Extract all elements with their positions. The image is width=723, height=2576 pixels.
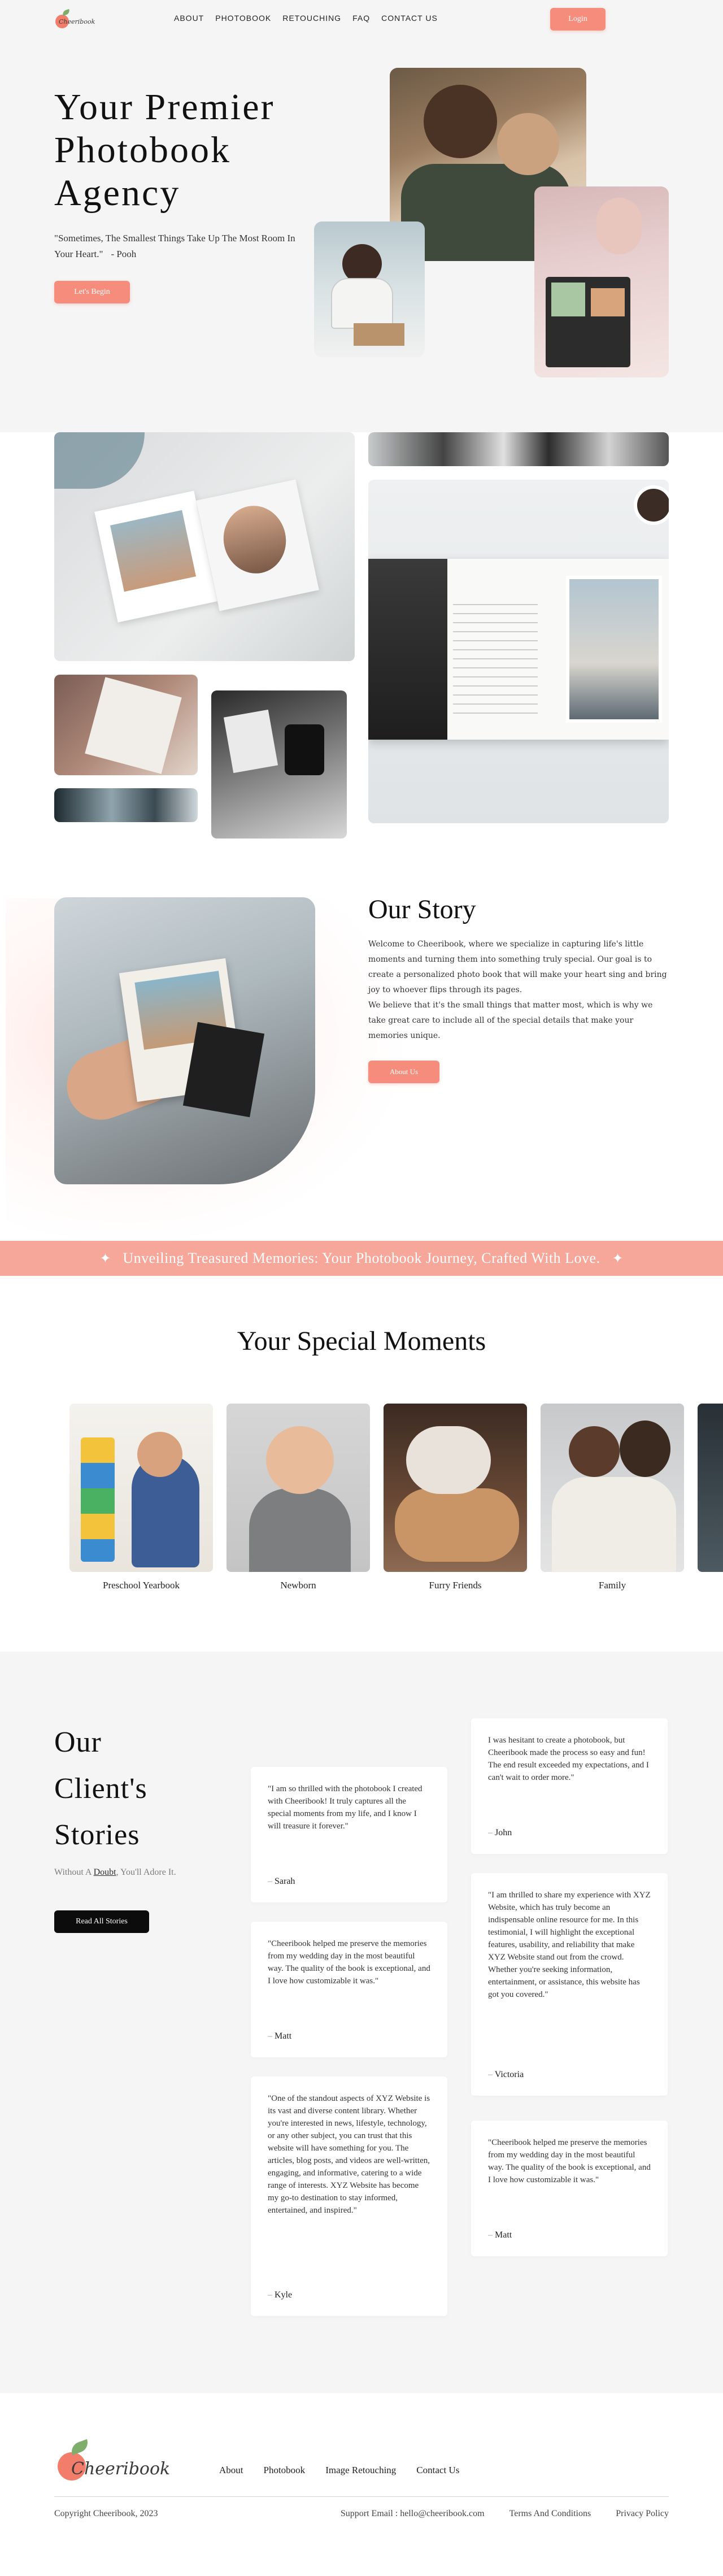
sparkle-icon: ✦: [612, 1250, 624, 1266]
moment-caption: Furry Friends: [429, 1580, 482, 1591]
testimonial-card: "One of the standout aspects of XYZ Webs…: [251, 2077, 447, 2316]
sparkle-icon: ✦: [99, 1250, 111, 1266]
banner-text: Unveiling Treasured Memories: Your Photo…: [123, 1250, 600, 1266]
footer-meta: Support Email : hello@cheeribook.com Ter…: [341, 2509, 669, 2519]
about-us-button[interactable]: About Us: [368, 1061, 439, 1083]
moments-title: Your Special Moments: [237, 1326, 486, 1356]
nav-link-photobook[interactable]: PHOTOBOOK: [215, 12, 271, 24]
footer-link-about[interactable]: About: [219, 2465, 243, 2476]
testimonial-author: John: [488, 1828, 512, 1838]
doubt-link[interactable]: Doubt: [94, 1867, 116, 1877]
testimonial-card: "I am thrilled to share my experience wi…: [471, 1873, 668, 2096]
moment-card-preschool[interactable]: Preschool Yearbook: [69, 1404, 213, 1591]
hero-photo-album: [534, 186, 669, 377]
gallery-photo-book-spread: [368, 480, 669, 823]
testimonial-card: "Cheeribook helped me preserve the memor…: [251, 1922, 447, 2057]
moment-caption: Newborn: [280, 1580, 316, 1591]
nav-link-contact[interactable]: CONTACT US: [381, 12, 438, 24]
footer-logo[interactable]: Cheeribook: [54, 2435, 171, 2486]
moment-card-furry-friends[interactable]: Furry Friends: [384, 1404, 527, 1591]
gallery-photo-small-strip: [54, 788, 198, 822]
moment-card-family[interactable]: Family: [541, 1404, 684, 1591]
testimonial-card: "Cheeribook helped me preserve the memor…: [471, 2121, 668, 2256]
moment-card-partial[interactable]: [698, 1404, 723, 1580]
page: Cheeribook ABOUT PHOTOBOOK RETOUCHING FA…: [0, 0, 723, 2576]
testimonial-quote: "I am thrilled to share my experience wi…: [488, 1891, 651, 1999]
hero-quote-text: "Sometimes, The Smallest Things Take Up …: [54, 233, 295, 259]
nav-link-faq[interactable]: FAQ: [352, 12, 370, 24]
story-text: Welcome to Cheeribook, where we speciali…: [368, 937, 670, 1044]
footer-divider: [54, 2496, 669, 2497]
gallery-photo-open-book: [54, 432, 355, 661]
testimonials-subtitle: Without A Doubt, You'll Adore It.: [54, 1867, 176, 1877]
testimonial-card: "I am so thrilled with the photobook I c…: [251, 1767, 447, 1902]
moment-caption: Preschool Yearbook: [103, 1580, 180, 1591]
testimonial-quote: I was hesitant to create a photobook, bu…: [488, 1736, 649, 1782]
story-paragraph-2: We believe that it's the small things th…: [368, 1001, 653, 1040]
hero-quote-author: - Pooh: [111, 249, 137, 259]
testimonials-section: Our Client's Stories Without A Doubt, Yo…: [0, 1652, 723, 2393]
footer-link-contact-us[interactable]: Contact Us: [416, 2465, 459, 2476]
testimonial-quote: "One of the standout aspects of XYZ Webs…: [268, 2094, 430, 2215]
hero-quote: "Sometimes, The Smallest Things Take Up …: [54, 231, 314, 262]
nav-links: ABOUT PHOTOBOOK RETOUCHING FAQ CONTACT U…: [174, 12, 438, 24]
footer-logo-text: Cheeribook: [71, 2459, 171, 2479]
moment-caption: Family: [598, 1580, 626, 1591]
testimonial-author: Matt: [268, 2031, 291, 2041]
logo-leaf: [62, 8, 71, 16]
story-title: Our Story: [368, 894, 476, 924]
testimonial-author: Matt: [488, 2230, 512, 2240]
moment-photo: [227, 1404, 370, 1572]
support-email-link[interactable]: Support Email : hello@cheeribook.com: [341, 2509, 485, 2519]
lets-begin-button[interactable]: Let's Begin: [54, 281, 130, 303]
privacy-link[interactable]: Privacy Policy: [616, 2509, 669, 2519]
testimonial-quote: "I am so thrilled with the photobook I c…: [268, 1784, 423, 1831]
terms-link[interactable]: Terms And Conditions: [509, 2509, 591, 2519]
testimonial-quote: "Cheeribook helped me preserve the memor…: [488, 2138, 651, 2184]
read-all-stories-button[interactable]: Read All Stories: [54, 1910, 149, 1933]
moment-photo: [69, 1404, 213, 1572]
footer-link-photobook[interactable]: Photobook: [264, 2465, 306, 2476]
moment-photo: [541, 1404, 684, 1572]
moment-photo: [384, 1404, 527, 1572]
gallery-photo-strip: [368, 432, 669, 466]
moment-photo: [698, 1404, 723, 1572]
login-button[interactable]: Login: [550, 8, 606, 31]
nav-link-about[interactable]: ABOUT: [174, 12, 204, 24]
testimonials-title: Our Client's Stories: [54, 1726, 147, 1851]
footer-link-image-retouching[interactable]: Image Retouching: [325, 2465, 396, 2476]
hero-title: Your Premier Photobook Agency: [54, 86, 275, 214]
story-photo: [54, 897, 315, 1184]
logo[interactable]: Cheeribook: [54, 8, 95, 31]
footer-links: About Photobook Image Retouching Contact…: [219, 2465, 459, 2476]
tagline-banner: ✦ Unveiling Treasured Memories: Your Pho…: [0, 1241, 723, 1276]
hero-section: Your Premier Photobook Agency "Sometimes…: [0, 41, 723, 432]
testimonial-author: Victoria: [488, 2070, 524, 2080]
nav-link-retouching[interactable]: RETOUCHING: [282, 12, 341, 24]
logo-text: Cheeribook: [59, 18, 95, 25]
logo-leaf: [68, 2439, 91, 2456]
testimonial-author: Sarah: [268, 1876, 295, 1887]
story-paragraph-1: Welcome to Cheeribook, where we speciali…: [368, 940, 667, 994]
testimonial-card: I was hesitant to create a photobook, bu…: [471, 1718, 668, 1854]
hero-photo-woman-desk: [314, 221, 425, 357]
testimonial-author: Kyle: [268, 2290, 292, 2300]
footer-copyright: Copyright Cheeribook, 2023: [54, 2509, 158, 2518]
top-nav: Cheeribook ABOUT PHOTOBOOK RETOUCHING FA…: [0, 0, 723, 41]
gallery-photo-camera: [211, 690, 347, 839]
moment-card-newborn[interactable]: Newborn: [227, 1404, 370, 1591]
testimonial-quote: "Cheeribook helped me preserve the memor…: [268, 1939, 430, 1986]
gallery-photo-hands-book: [54, 675, 198, 775]
